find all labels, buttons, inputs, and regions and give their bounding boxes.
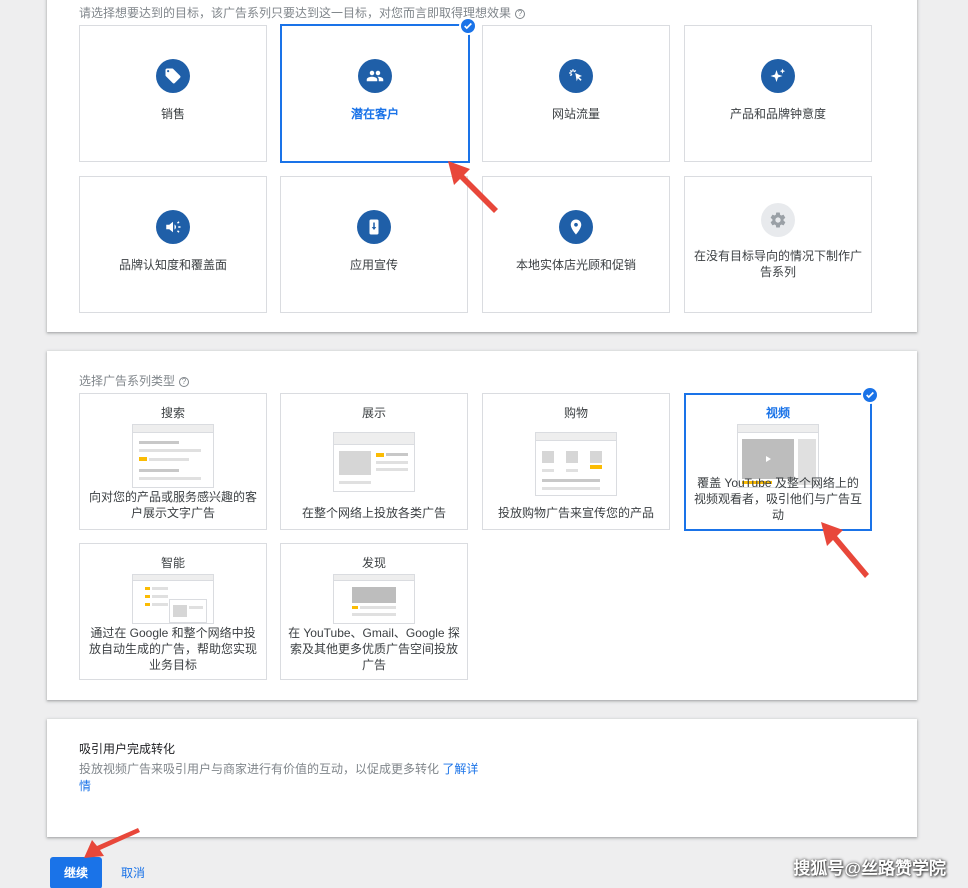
goal-label: 销售 xyxy=(160,107,185,121)
checkmark-icon xyxy=(459,17,477,35)
type-title: 发现 xyxy=(361,556,386,570)
tag-icon xyxy=(156,59,190,93)
goal-label: 品牌认知度和覆盖面 xyxy=(118,258,227,272)
type-description: 覆盖 YouTube 及整个网络上的视频观看者，吸引他们与广告互动 xyxy=(693,476,862,522)
campaign-type-hint: 选择广告系列类型? xyxy=(79,372,190,389)
goal-tile-brand-awareness[interactable]: 品牌认知度和覆盖面 xyxy=(79,176,267,313)
type-description: 投放购物广告来宣传您的产品 xyxy=(497,506,654,520)
goal-label: 网站流量 xyxy=(551,107,600,121)
people-icon xyxy=(358,59,392,93)
type-description: 在 YouTube、Gmail、Google 探索及其他更多优质广告空间投放广告 xyxy=(288,626,460,672)
type-title: 智能 xyxy=(160,556,185,570)
type-title: 搜索 xyxy=(160,406,185,420)
goal-label: 应用宣传 xyxy=(349,258,398,272)
goal-tile-local-visits[interactable]: 本地实体店光顾和促销 xyxy=(482,176,670,313)
goal-tile-no-goal[interactable]: 在没有目标导向的情况下制作广告系列 xyxy=(684,176,872,313)
goal-tile-brand-consideration[interactable]: 产品和品牌钟意度 xyxy=(684,25,872,162)
type-title: 展示 xyxy=(361,406,386,420)
goals-hint: 请选择想要达到的目标，该广告系列只要达到这一目标，对您而言即取得理想效果? xyxy=(79,4,526,21)
goal-tile-app-promotion[interactable]: 应用宣传 xyxy=(280,176,468,313)
goal-tile-traffic[interactable]: 网站流量 xyxy=(482,25,670,162)
gear-icon xyxy=(761,203,795,237)
megaphone-icon xyxy=(156,210,190,244)
type-description: 在整个网络上投放各类广告 xyxy=(301,506,446,520)
type-description: 向对您的产品或服务感兴趣的客户展示文字广告 xyxy=(88,490,257,520)
goal-tile-sales[interactable]: 销售 xyxy=(79,25,267,162)
cursor-click-icon xyxy=(559,59,593,93)
shopping-illustration-icon xyxy=(535,432,617,496)
type-tile-smart[interactable]: 智能 通过在 Google 和整个网络中投放自动生成的广告，帮助您实现业务目标 xyxy=(79,543,267,680)
continue-button[interactable]: 继续 xyxy=(50,857,102,888)
discovery-illustration-icon xyxy=(333,574,415,624)
type-tile-discovery[interactable]: 发现 在 YouTube、Gmail、Google 探索及其他更多优质广告空间投… xyxy=(280,543,468,680)
conversion-panel: 吸引用户完成转化 投放视频广告来吸引用户与商家进行有价值的互动，以促成更多转化 … xyxy=(47,719,917,837)
smart-illustration-icon xyxy=(132,574,214,624)
type-tile-shopping[interactable]: 购物 投放购物广告来宣传您的产品 xyxy=(482,393,670,530)
phone-download-icon xyxy=(357,210,391,244)
sparkle-icon xyxy=(761,59,795,93)
goal-label: 产品和品牌钟意度 xyxy=(729,107,826,121)
checkmark-icon xyxy=(861,386,879,404)
type-description: 通过在 Google 和整个网络中投放自动生成的广告，帮助您实现业务目标 xyxy=(88,626,257,672)
goal-label: 潜在客户 xyxy=(350,107,399,121)
goal-label: 在没有目标导向的情况下制作广告系列 xyxy=(693,249,862,279)
help-icon[interactable]: ? xyxy=(515,9,526,19)
location-pin-icon xyxy=(559,210,593,244)
goals-panel: 请选择想要达到的目标，该广告系列只要达到这一目标，对您而言即取得理想效果? 销售… xyxy=(47,0,917,332)
cancel-button[interactable]: 取消 xyxy=(121,864,145,881)
goal-label: 本地实体店光顾和促销 xyxy=(515,258,636,272)
campaign-type-panel: 选择广告系列类型? 搜索 向对您的产品或服务感兴趣的客户展示文字广告 展示 在整… xyxy=(47,351,917,700)
display-illustration-icon xyxy=(333,432,415,492)
type-tile-video[interactable]: 视频 覆盖 YouTube 及整个网络上的视频观看者，吸引他们与广告互动 xyxy=(684,386,879,531)
type-tile-search[interactable]: 搜索 向对您的产品或服务感兴趣的客户展示文字广告 xyxy=(79,393,267,530)
type-title: 视频 xyxy=(765,406,790,420)
watermark: 搜狐号@丝路赞学院 xyxy=(793,859,946,878)
type-title: 购物 xyxy=(563,406,588,420)
conversion-description: 投放视频广告来吸引用户与商家进行有价值的互动，以促成更多转化 了解详情 xyxy=(79,762,479,793)
search-illustration-icon xyxy=(132,424,214,488)
type-tile-display[interactable]: 展示 在整个网络上投放各类广告 xyxy=(280,393,468,530)
conversion-title: 吸引用户完成转化 xyxy=(79,742,176,756)
goal-tile-leads[interactable]: 潜在客户 xyxy=(280,17,477,163)
help-icon[interactable]: ? xyxy=(179,377,190,387)
